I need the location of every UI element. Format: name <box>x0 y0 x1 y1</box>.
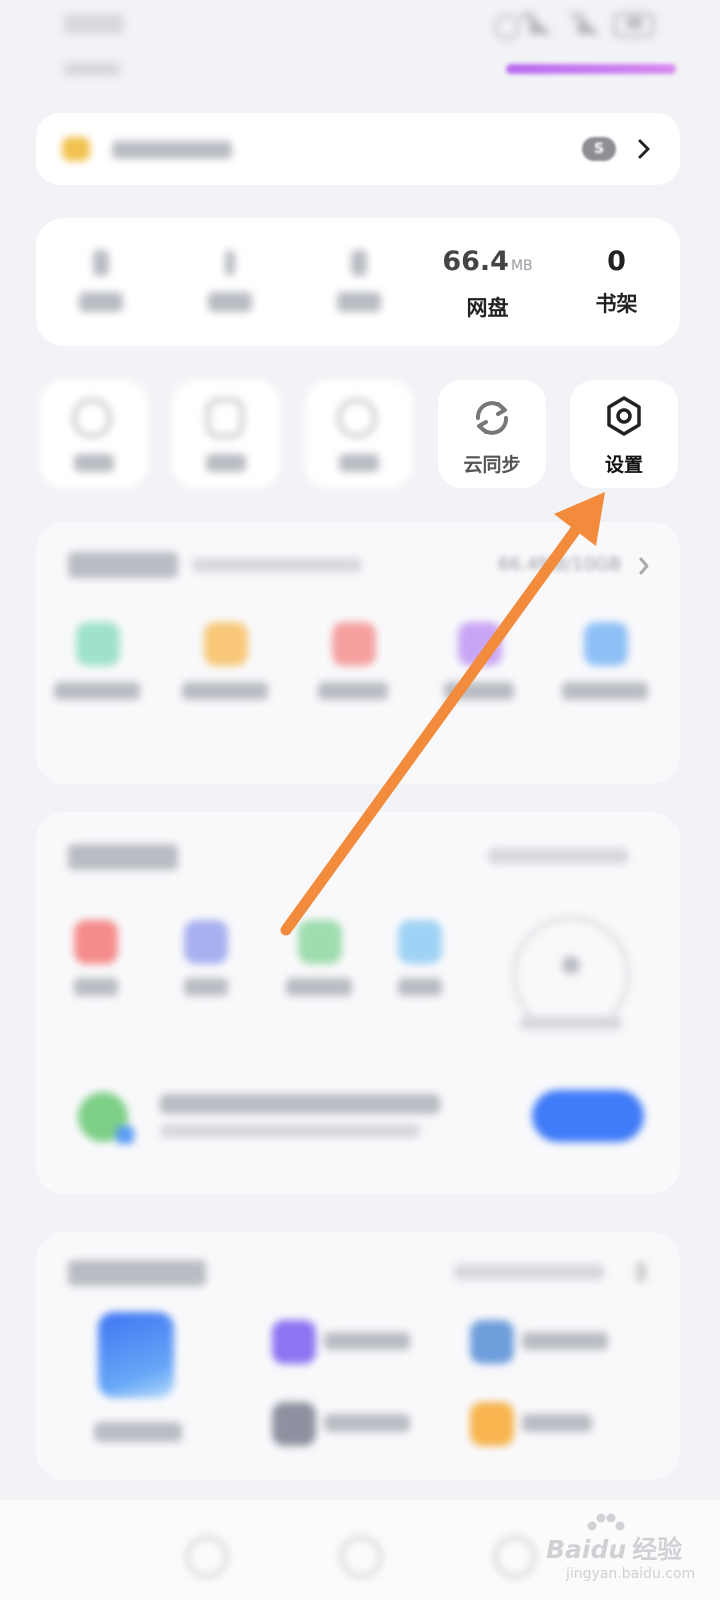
folder-icon-blue[interactable] <box>584 622 628 666</box>
tool-icon-red[interactable] <box>74 920 118 964</box>
battery-icon: 48 <box>614 13 654 37</box>
watermark: Baidu 经验 jingyan.baidu.com <box>546 1508 720 1600</box>
account-name <box>112 141 232 159</box>
recommended-section <box>36 1232 680 1480</box>
tool-icon-cyan[interactable] <box>398 920 442 964</box>
stat-history[interactable] <box>165 246 294 312</box>
stat-favorites[interactable] <box>36 246 165 312</box>
folder-icon-red[interactable] <box>332 622 376 666</box>
nav-home-icon[interactable] <box>186 1536 228 1578</box>
chevron-right-icon[interactable] <box>638 556 650 576</box>
section-subtitle <box>192 558 362 572</box>
account-bar[interactable]: S <box>36 113 680 185</box>
cloud-disk-size: 66.4 <box>442 246 509 277</box>
promo-action-button[interactable] <box>532 1090 644 1142</box>
promo-row[interactable] <box>36 1082 680 1162</box>
folder-row <box>36 622 680 742</box>
tool-icon-green[interactable] <box>298 920 342 964</box>
settings-label: 设置 <box>604 454 643 476</box>
tile-settings[interactable]: 设置 <box>570 380 678 488</box>
folder-icon-yellow[interactable] <box>204 622 248 666</box>
bookshelf-count: 0 <box>607 246 626 277</box>
nav-profile-icon[interactable] <box>494 1536 536 1578</box>
cloud-disk-label: 网盘 <box>466 296 509 320</box>
nav-discover-icon[interactable] <box>340 1536 382 1578</box>
tile-cloud-sync[interactable]: 云同步 <box>438 380 546 488</box>
header-small-text <box>64 62 120 76</box>
watermark-brand: Baidu <box>546 1535 627 1564</box>
storage-usage[interactable]: 66.4MB/10GB <box>498 554 621 575</box>
signal-icon <box>530 16 552 34</box>
section-title <box>68 552 178 578</box>
app-icon-orange[interactable] <box>470 1402 514 1446</box>
stat-downloads[interactable] <box>294 246 423 312</box>
folder-icon-teal[interactable] <box>76 622 120 666</box>
tile-1[interactable] <box>40 380 148 488</box>
chevron-right-icon[interactable] <box>636 137 652 161</box>
stats-card: 66.4 MB 网盘 0 书架 <box>36 218 680 346</box>
stat-cloud-disk[interactable]: 66.4 MB 网盘 <box>423 246 552 322</box>
tile-3[interactable] <box>305 380 413 488</box>
storage-usage-text: 66.4MB/10GB <box>498 554 622 575</box>
battery-level: 48 <box>625 17 643 32</box>
section-link[interactable] <box>454 1264 604 1280</box>
cloud-sync-label: 云同步 <box>463 454 521 476</box>
tool-icon-indigo[interactable] <box>184 920 228 964</box>
watermark-url: jingyan.baidu.com <box>566 1566 696 1582</box>
status-time <box>64 14 124 34</box>
app-icon-dark[interactable] <box>272 1402 316 1446</box>
folder-icon-purple[interactable] <box>458 622 502 666</box>
sync-icon <box>476 401 508 435</box>
purple-accent-bar <box>506 64 676 74</box>
cloud-disk-section: 66.4MB/10GB <box>36 522 680 784</box>
hotspot-icon <box>494 14 520 40</box>
settings-hexagon-icon <box>607 396 641 436</box>
tile-2[interactable] <box>172 380 280 488</box>
watermark-cn: 经验 <box>632 1535 683 1564</box>
gauge-widget[interactable] <box>506 916 636 1036</box>
vip-crown-icon <box>62 137 90 161</box>
section-title <box>68 844 178 870</box>
tools-section <box>36 812 680 1194</box>
chevron-right-icon[interactable] <box>636 1262 646 1282</box>
cloud-s-icon: S <box>582 137 616 161</box>
recommended-grid <box>36 1312 680 1472</box>
featured-app-icon[interactable] <box>98 1312 174 1398</box>
signal-icon <box>578 16 600 34</box>
cloud-disk-unit: MB <box>510 258 533 274</box>
section-title <box>68 1260 206 1286</box>
bookshelf-label: 书架 <box>595 292 638 316</box>
status-bar: 4G 5G 48 <box>0 0 720 50</box>
app-icon-blue[interactable] <box>470 1320 514 1364</box>
stat-bookshelf[interactable]: 0 书架 <box>552 246 681 318</box>
section-link[interactable] <box>488 848 628 864</box>
app-icon-purple[interactable] <box>272 1320 316 1364</box>
